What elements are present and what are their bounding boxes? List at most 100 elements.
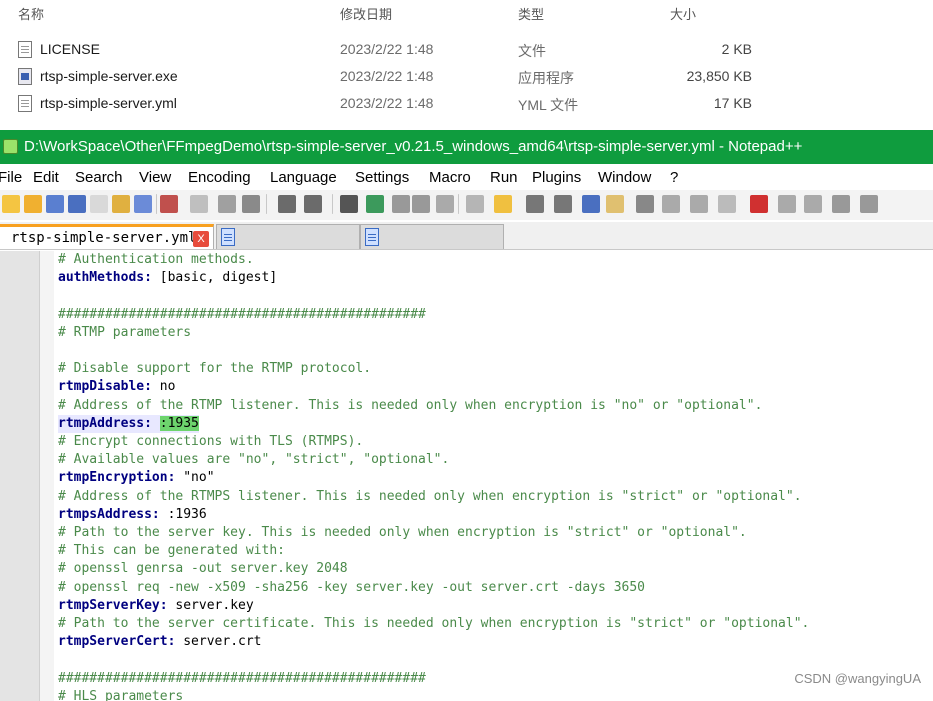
menu-encoding[interactable]: Encoding: [188, 169, 251, 186]
yaml-value: :1935: [152, 415, 199, 431]
save-all-icon[interactable]: [68, 195, 86, 213]
comment-line: ########################################…: [58, 670, 426, 686]
open-file-icon[interactable]: [24, 195, 42, 213]
menu-view[interactable]: View: [139, 169, 171, 186]
menu-window[interactable]: Window: [598, 169, 651, 186]
toolbar-separator: [458, 194, 459, 214]
yaml-value: server.key: [167, 597, 254, 613]
cut-icon[interactable]: [160, 195, 178, 213]
doc-map-icon[interactable]: [606, 195, 624, 213]
watermark: CSDN @wangyingUA: [794, 671, 921, 686]
column-header-date[interactable]: 修改日期: [340, 4, 392, 23]
print-icon[interactable]: [134, 195, 152, 213]
line-number: [0, 360, 38, 378]
sync-vertical-icon[interactable]: [436, 195, 454, 213]
record-macro-icon[interactable]: [750, 195, 768, 213]
comment-line: # Disable support for the RTMP protocol.: [58, 361, 372, 377]
zoom-out-icon[interactable]: [412, 195, 430, 213]
line-number: [0, 651, 38, 669]
comment-line: ########################################…: [58, 306, 426, 322]
close-all-icon[interactable]: [112, 195, 130, 213]
file-row-yml[interactable]: rtsp-simple-server.yml 2023/2/22 1:48 YM…: [0, 92, 933, 116]
line-number: [0, 251, 38, 269]
stop-macro-icon[interactable]: [778, 195, 796, 213]
save-icon[interactable]: [46, 195, 64, 213]
line-number: [0, 542, 38, 560]
comment-line: # Authentication methods.: [58, 252, 254, 267]
menu-language[interactable]: Language: [270, 169, 337, 186]
macro-record-icon[interactable]: [718, 195, 736, 213]
play-macro-icon[interactable]: [804, 195, 822, 213]
line-number: [0, 506, 38, 524]
zoom-in-icon[interactable]: [392, 195, 410, 213]
document-tab-bar: rtsp-simple-server.yml X: [0, 222, 933, 250]
fold-margin[interactable]: [40, 251, 54, 701]
column-header-size[interactable]: 大小: [670, 4, 696, 23]
file-size: 2 KB: [721, 41, 752, 57]
toolbar-separator: [332, 194, 333, 214]
undo-icon[interactable]: [278, 195, 296, 213]
toolbar-separator: [266, 194, 267, 214]
line-number: [0, 342, 38, 360]
new-file-icon[interactable]: [2, 195, 20, 213]
save-macro-icon[interactable]: [860, 195, 878, 213]
yaml-key: rtmpEncryption:: [58, 470, 176, 486]
line-number: [0, 688, 38, 701]
file-row-license[interactable]: LICENSE 2023/2/22 1:48 文件 2 KB: [0, 38, 933, 62]
file-name: rtsp-simple-server.exe: [40, 68, 178, 84]
menu-macro[interactable]: Macro: [429, 169, 471, 186]
file-date: 2023/2/22 1:48: [340, 41, 434, 57]
line-number: [0, 378, 38, 396]
yaml-key-line: rtmpsAddress: :1936: [58, 506, 207, 524]
window-title-bar[interactable]: D:\WorkSpace\Other\FFmpegDemo\rtsp-simpl…: [0, 130, 933, 164]
menu-file[interactable]: File: [0, 169, 22, 186]
tab-untitled-2[interactable]: [360, 224, 504, 249]
yaml-key: rtmpServerKey:: [58, 597, 168, 613]
selected-text: :1935: [159, 415, 199, 431]
comment-line: # Path to the server key. This is needed…: [58, 525, 747, 540]
tab-rtsp-simple-server-yml[interactable]: rtsp-simple-server.yml X: [0, 224, 214, 249]
file-row-exe[interactable]: rtsp-simple-server.exe 2023/2/22 1:48 应用…: [0, 65, 933, 89]
find-icon[interactable]: [340, 195, 358, 213]
redo-icon[interactable]: [304, 195, 322, 213]
line-number-gutter: [0, 251, 40, 701]
word-wrap-icon[interactable]: [494, 195, 512, 213]
menu-bar: File Edit Search View Encoding Language …: [0, 164, 933, 190]
replace-icon[interactable]: [366, 195, 384, 213]
menu-help[interactable]: ?: [670, 169, 678, 186]
file-tab-icon: [365, 228, 379, 246]
tab-untitled-1[interactable]: [216, 224, 360, 249]
file-name: rtsp-simple-server.yml: [40, 95, 177, 111]
menu-edit[interactable]: Edit: [33, 169, 59, 186]
close-file-icon[interactable]: [90, 195, 108, 213]
paste-icon[interactable]: [218, 195, 236, 213]
copy-icon[interactable]: [190, 195, 208, 213]
monitoring-icon[interactable]: [690, 195, 708, 213]
sync-horizontal-icon[interactable]: [466, 195, 484, 213]
comment-line: # Address of the RTMP listener. This is …: [58, 397, 763, 413]
line-number: [0, 560, 38, 578]
column-header-type[interactable]: 类型: [518, 4, 544, 23]
column-header-name[interactable]: 名称: [18, 4, 44, 23]
close-tab-icon[interactable]: X: [193, 231, 209, 247]
yaml-key: rtmpServerCert:: [58, 634, 176, 650]
delete-icon[interactable]: [242, 195, 260, 213]
yaml-value: no: [151, 379, 176, 395]
folder-workspace-icon[interactable]: [662, 195, 680, 213]
indent-guide-icon[interactable]: [554, 195, 572, 213]
udl-icon[interactable]: [582, 195, 600, 213]
menu-plugins[interactable]: Plugins: [532, 169, 581, 186]
menu-search[interactable]: Search: [75, 169, 123, 186]
yaml-value: "no": [175, 470, 215, 486]
file-type: YML 文件: [518, 97, 579, 113]
show-all-chars-icon[interactable]: [526, 195, 544, 213]
menu-run[interactable]: Run: [490, 169, 518, 186]
code-editor[interactable]: # Authentication methods. authMethods: [b…: [0, 251, 933, 701]
column-header-row: 名称 修改日期 类型 大小: [0, 2, 933, 24]
menu-settings[interactable]: Settings: [355, 169, 409, 186]
run-macro-multiple-icon[interactable]: [832, 195, 850, 213]
comment-line: # openssl genrsa -out server.key 2048: [58, 561, 348, 577]
function-list-icon[interactable]: [636, 195, 654, 213]
comment-line: # Path to the server certificate. This i…: [58, 616, 810, 631]
line-number: [0, 433, 38, 451]
